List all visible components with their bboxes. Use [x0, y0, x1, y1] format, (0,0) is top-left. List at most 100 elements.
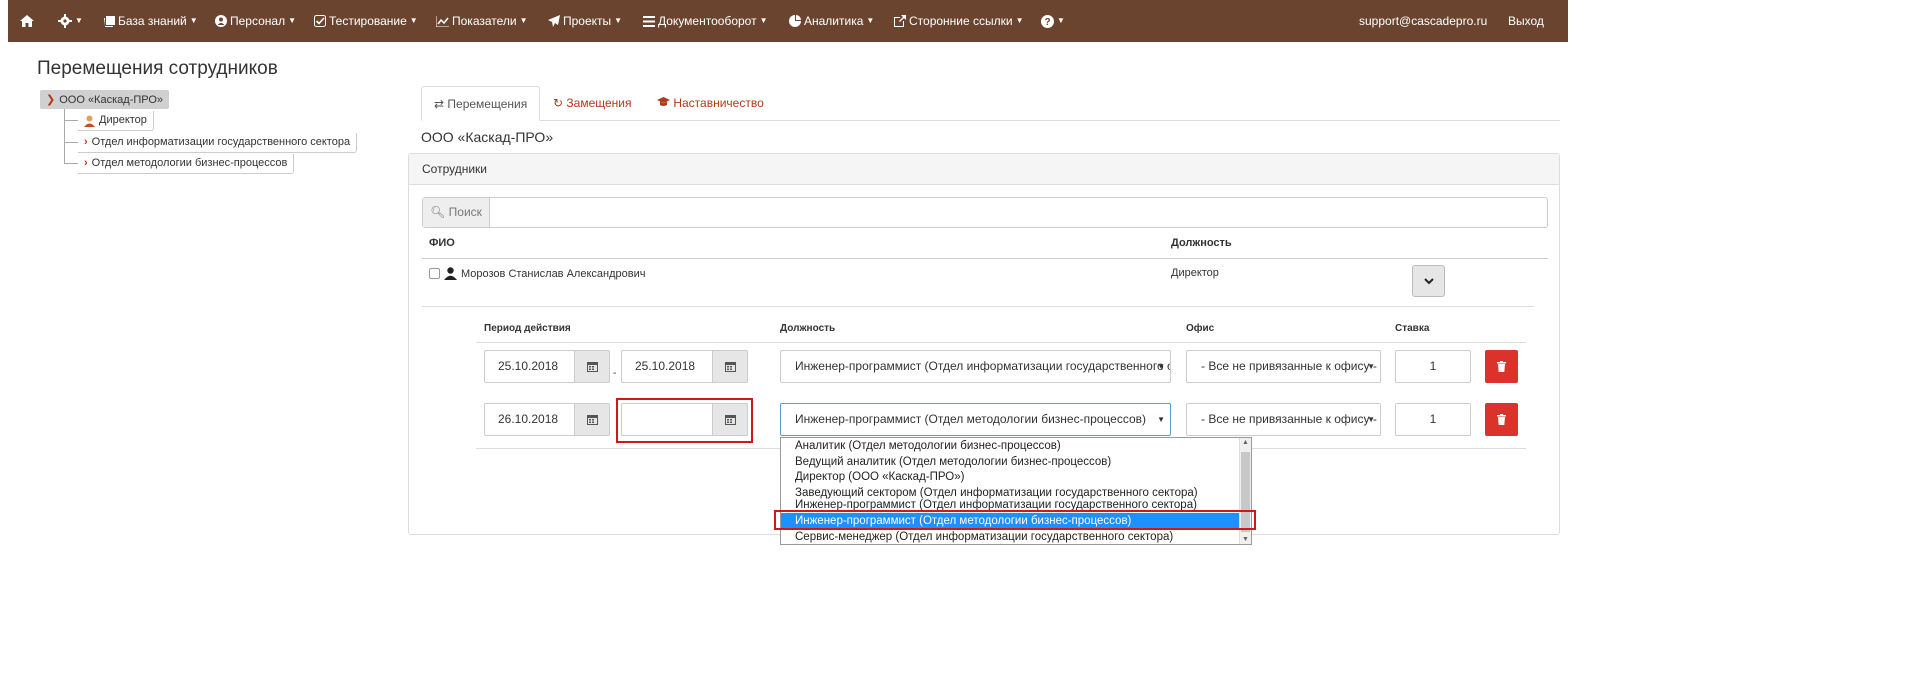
tree-item-label: Отдел методологии бизнес-процессов: [91, 157, 288, 169]
delete-button[interactable]: [1485, 403, 1518, 436]
nav-analytics[interactable]: Аналитика ▼: [789, 0, 874, 42]
select-value: Инженер-программист (Отдел методологии б…: [795, 412, 1147, 426]
search-label: Поиск: [448, 205, 482, 219]
dropdown-arrow-icon: ▼: [1157, 415, 1165, 424]
dropdown-option[interactable]: Сервис-менеджер (Отдел информатизации го…: [781, 529, 1239, 544]
calendar-button[interactable]: [574, 350, 610, 383]
refresh-icon: ↻: [553, 96, 564, 110]
date-to-input[interactable]: 25.10.2018: [621, 350, 714, 383]
user-circle-icon: [215, 15, 227, 27]
date-from-input[interactable]: 26.10.2018: [484, 403, 576, 436]
rate-input[interactable]: 1: [1395, 350, 1471, 383]
top-navbar: ▼ База знаний ▼ Персонал ▼ Тестирование ▼ П…: [8, 0, 1568, 42]
nav-knowledge-base[interactable]: База знаний ▼: [104, 0, 198, 42]
nav-projects[interactable]: Проекты ▼: [548, 0, 622, 42]
highlight-outline: [616, 398, 753, 443]
search-icon: 🔍︎: [430, 205, 446, 219]
column-header-period: Период действия: [484, 323, 571, 334]
employee-row: Морозов Станислав Александрович: [429, 267, 645, 280]
chevron-right-icon: ›: [84, 136, 88, 148]
tree-item-label: Директор: [99, 114, 147, 126]
question-circle-icon: ?: [1041, 14, 1054, 28]
tree-item-director[interactable]: Директор: [78, 111, 154, 131]
tab-transfers[interactable]: ⇄ Перемещения: [421, 86, 541, 121]
position-select[interactable]: Инженер-программист (Отдел информатизаци…: [780, 350, 1171, 383]
tree-root[interactable]: ❯ ООО «Каскад-ПРО»: [40, 90, 170, 109]
column-header-rate: Ставка: [1395, 323, 1430, 334]
home-icon[interactable]: [20, 0, 34, 42]
tab-mentoring[interactable]: Наставничество: [645, 86, 776, 121]
tab-label: Замещения: [566, 96, 632, 110]
column-header-name: ФИО: [429, 237, 455, 249]
logout-link[interactable]: Выход: [1508, 0, 1544, 42]
expand-button[interactable]: [1412, 265, 1445, 297]
scroll-up-icon[interactable]: ▲: [1242, 439, 1249, 446]
nav-label: Показатели: [452, 14, 517, 28]
dropdown-option[interactable]: Ведущий аналитик (Отдел методологии бизн…: [781, 454, 1239, 470]
tab-label: Перемещения: [447, 97, 528, 111]
employee-checkbox[interactable]: [429, 268, 440, 279]
trash-icon: [1497, 361, 1506, 372]
nav-metrics[interactable]: Показатели ▼: [436, 0, 528, 42]
rate-input[interactable]: 1: [1395, 403, 1471, 436]
nav-label: Тестирование: [329, 14, 407, 28]
nav-label: Персонал: [230, 14, 286, 28]
org-title: ООО «Каскад-ПРО»: [421, 129, 554, 145]
nav-label: Проекты: [563, 14, 612, 28]
tree-connector: [64, 120, 78, 121]
date-from-input[interactable]: 25.10.2018: [484, 350, 576, 383]
line-chart-icon: [436, 15, 449, 27]
dropdown-arrow-icon: ▼: [1367, 362, 1375, 371]
dropdown-option[interactable]: Аналитик (Отдел методологии бизнес-проце…: [781, 438, 1239, 454]
nav-label: База знаний: [118, 14, 187, 28]
nav-testing[interactable]: Тестирование ▼: [314, 0, 418, 42]
user-icon: [84, 115, 95, 127]
settings-menu[interactable]: ▼: [58, 0, 83, 42]
pie-chart-icon: [789, 15, 801, 27]
scroll-down-icon[interactable]: ▼: [1242, 536, 1249, 543]
chevron-right-icon: ›: [84, 157, 88, 169]
calendar-button[interactable]: [574, 403, 610, 436]
calendar-icon: [586, 362, 598, 372]
exchange-icon: ⇄: [434, 97, 445, 111]
column-header-office: Офис: [1186, 323, 1215, 334]
nav-documents[interactable]: Документооборот ▼: [643, 0, 768, 42]
dropdown-option[interactable]: Директор (ООО «Каскад-ПРО»): [781, 469, 1239, 485]
gear-icon: [58, 14, 72, 28]
select-value: - Все не привязанные к офису -: [1201, 359, 1377, 373]
tree-root-label: ООО «Каскад-ПРО»: [59, 93, 164, 106]
calendar-icon: [724, 362, 736, 372]
panel-title: Сотрудники: [409, 154, 1559, 185]
select-value: Инженер-программист (Отдел информатизаци…: [795, 359, 1170, 373]
office-select[interactable]: - Все не привязанные к офису - ▼: [1186, 350, 1381, 383]
tree-connector: [64, 142, 78, 143]
tab-substitutions[interactable]: ↻ Замещения: [541, 86, 644, 121]
trash-icon: [1497, 414, 1506, 425]
dropdown-arrow-icon: ▼: [1367, 415, 1375, 424]
search-input[interactable]: 🔍︎ Поиск: [422, 197, 1548, 228]
tree-item-dept-bpm[interactable]: › Отдел методологии бизнес-процессов: [78, 154, 295, 174]
user-email[interactable]: support@cascadepro.ru: [1359, 0, 1487, 42]
external-link-icon: [894, 15, 906, 27]
nav-staff[interactable]: Персонал ▼: [215, 0, 296, 42]
nav-external-links[interactable]: Сторонние ссылки ▼: [894, 0, 1024, 42]
position-select-open[interactable]: Инженер-программист (Отдел методологии б…: [780, 403, 1171, 436]
delete-button[interactable]: [1485, 350, 1518, 383]
office-select[interactable]: - Все не привязанные к офису - ▼: [1186, 403, 1381, 436]
dropdown-arrow-icon: ▼: [1157, 362, 1165, 371]
divider: [476, 342, 1526, 343]
divider: [422, 306, 1534, 307]
help-menu[interactable]: ? ▼: [1041, 0, 1065, 42]
column-header-position: Должность: [1171, 237, 1232, 249]
tree-connector: [64, 109, 65, 164]
employee-position: Директор: [1171, 267, 1219, 279]
check-square-icon: [314, 15, 326, 27]
highlight-outline: [774, 510, 1256, 530]
date-separator: -: [613, 368, 617, 379]
page-title: Перемещения сотрудников: [37, 58, 278, 79]
tabs-bar: ⇄ Перемещения ↻ Замещения Наставничество: [421, 86, 1560, 121]
calendar-button[interactable]: [712, 350, 748, 383]
chevron-down-icon: [1423, 277, 1434, 284]
employee-name: Морозов Станислав Александрович: [461, 267, 646, 280]
tree-item-dept-gov[interactable]: › Отдел информатизации государственного …: [78, 133, 358, 153]
